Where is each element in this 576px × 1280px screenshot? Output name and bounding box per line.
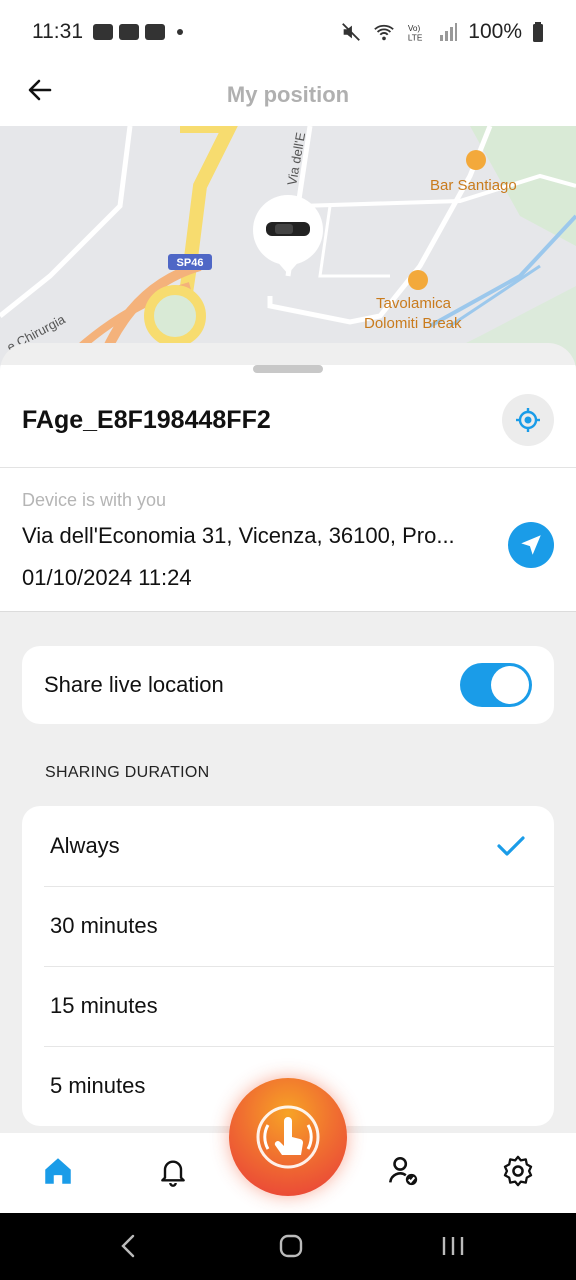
- volte-icon: Vo)LTE: [408, 24, 423, 42]
- recents-nav-icon[interactable]: [438, 1231, 468, 1261]
- locate-button[interactable]: [502, 394, 554, 446]
- device-address: Via dell'Economia 31, Vicenza, 36100, Pr…: [22, 523, 455, 548]
- device-datetime: 01/10/2024 11:24: [22, 565, 192, 590]
- restaurant-poi-icon[interactable]: [408, 270, 428, 290]
- drag-handle[interactable]: [253, 365, 323, 373]
- svg-text:LTE: LTE: [408, 33, 423, 42]
- dot-icon: [177, 29, 183, 35]
- sharing-duration-heading: SHARING DURATION: [45, 764, 210, 781]
- device-panel: FAge_E8F198448FF2 Device is with you Via…: [0, 365, 576, 612]
- toggle-knob: [491, 666, 529, 704]
- share-live-location-label: Share live location: [44, 672, 224, 697]
- duration-option-15-minutes[interactable]: 15 minutes: [22, 966, 554, 1046]
- home-icon[interactable]: [40, 1153, 76, 1189]
- wifi-icon: [374, 24, 395, 41]
- gear-icon[interactable]: [500, 1153, 536, 1189]
- share-live-location-toggle[interactable]: [460, 663, 532, 707]
- youtube-icon: [145, 24, 165, 40]
- map-poi-label-2b: Dolomiti Break: [364, 315, 462, 332]
- duration-option-30-minutes[interactable]: 30 minutes: [22, 886, 554, 966]
- status-time: 11:31: [32, 20, 83, 43]
- app-header: My position: [0, 64, 576, 126]
- youtube-icon: [119, 24, 139, 40]
- option-label: 30 minutes: [50, 913, 158, 938]
- duration-option-always[interactable]: Always: [22, 806, 554, 886]
- svg-text:Vo): Vo): [408, 24, 421, 33]
- option-label: Always: [50, 833, 120, 858]
- map-canvas[interactable]: SP46 Via dell'E e Chirurgia Bar Santiago…: [0, 126, 576, 366]
- battery-icon: [533, 22, 543, 42]
- touch-alert-icon: [256, 1105, 320, 1169]
- system-navigation-bar: [0, 1213, 576, 1280]
- bar-poi-icon[interactable]: [466, 150, 486, 170]
- mute-icon: [342, 23, 361, 41]
- signal-icon: [440, 23, 458, 41]
- home-nav-icon[interactable]: [276, 1231, 306, 1261]
- system-icons: Vo) LTE 100%: [340, 20, 544, 44]
- bottom-sheet: FAge_E8F198448FF2 Device is with you Via…: [0, 343, 576, 1133]
- device-name: FAge_E8F198448FF2: [22, 405, 271, 434]
- arrow-left-icon[interactable]: [24, 74, 56, 106]
- map-view[interactable]: SP46 Via dell'E e Chirurgia Bar Santiago…: [0, 126, 576, 366]
- battery-percent: 100%: [468, 20, 522, 43]
- map-poi-label: Bar Santiago: [430, 177, 517, 194]
- back-nav-icon[interactable]: [114, 1231, 144, 1261]
- gallery-icon: [93, 24, 113, 40]
- notification-icons: [93, 24, 183, 40]
- device-status-caption: Device is with you: [22, 490, 167, 510]
- crosshair-icon: [516, 408, 540, 432]
- option-label: 15 minutes: [50, 993, 158, 1018]
- status-bar: 11:31 Vo) LTE 100%: [0, 0, 576, 64]
- checkmark-icon: [497, 836, 525, 856]
- address-block: Device is with you Via dell'Economia 31,…: [0, 468, 576, 612]
- navigation-arrow-icon: [521, 535, 541, 555]
- map-road-ref: SP46: [177, 257, 204, 269]
- bell-icon[interactable]: [155, 1153, 191, 1189]
- map-poi-label-2a: Tavolamica: [376, 295, 452, 312]
- device-header: FAge_E8F198448FF2: [0, 373, 576, 468]
- user-check-icon[interactable]: [385, 1153, 421, 1189]
- page-title: My position: [226, 82, 350, 107]
- sos-button[interactable]: [229, 1078, 347, 1196]
- navigate-button[interactable]: [508, 522, 554, 568]
- share-live-location-card: Share live location: [22, 646, 554, 724]
